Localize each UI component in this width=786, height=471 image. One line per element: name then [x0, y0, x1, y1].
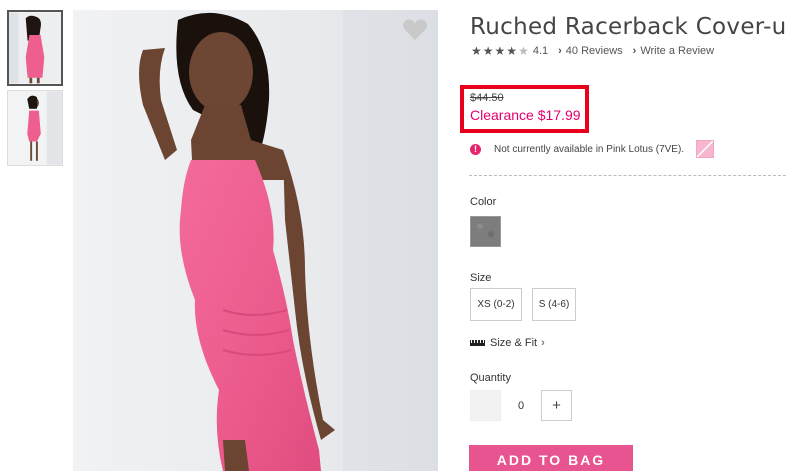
availability-notice: ! Not currently available in Pink Lotus … — [470, 140, 715, 158]
star-icon: ★ — [494, 44, 506, 58]
product-info-panel: Ruched Racerback Cover-up ★ ★ ★ ★ ★ 4.1 … — [460, 0, 786, 471]
star-icon: ★ — [506, 44, 518, 58]
thumbnail-side-image — [8, 91, 62, 165]
star-empty-icon: ★ — [518, 44, 529, 58]
rating-value: 4.1 — [532, 45, 549, 57]
quantity-label: Quantity — [470, 372, 511, 384]
reviews-link[interactable]: 40 Reviews — [566, 45, 623, 57]
chevron-right-icon: › — [632, 45, 637, 57]
availability-message: Not currently available in Pink Lotus (7… — [494, 143, 685, 155]
size-label: Size — [470, 272, 492, 284]
write-review-link[interactable]: Write a Review — [640, 45, 714, 57]
alert-icon: ! — [470, 143, 481, 155]
rating-row: ★ ★ ★ ★ ★ 4.1 › 40 Reviews › Write a Rev… — [471, 45, 714, 57]
product-main-image[interactable] — [73, 10, 438, 471]
thumbnail-front-image — [9, 12, 61, 84]
ruler-icon — [470, 340, 485, 346]
size-option-xs[interactable]: XS (0-2) — [470, 288, 522, 321]
size-and-fit-label: Size & Fit — [490, 337, 538, 349]
star-icon: ★ — [482, 44, 494, 58]
product-photo — [73, 10, 438, 471]
quantity-value[interactable]: 0 — [501, 390, 541, 421]
chevron-right-icon: › — [541, 337, 545, 349]
size-option-s[interactable]: S (4-6) — [532, 288, 576, 321]
favorite-heart-icon[interactable] — [402, 18, 428, 42]
chevron-right-icon: › — [558, 45, 562, 57]
color-label: Color — [470, 196, 497, 208]
product-title: Ruched Racerback Cover-up — [470, 14, 786, 40]
color-swatch-heather-grey[interactable] — [470, 216, 501, 247]
rating-stars[interactable]: ★ ★ ★ ★ ★ — [471, 45, 529, 57]
add-to-bag-button[interactable]: ADD TO BAG — [469, 445, 633, 471]
section-divider — [469, 175, 786, 176]
quantity-decrease-button[interactable] — [470, 390, 501, 421]
star-icon: ★ — [471, 44, 482, 58]
pink-lotus-swatch[interactable] — [696, 140, 715, 158]
size-and-fit-link[interactable]: Size & Fit › — [470, 337, 549, 349]
thumbnail-side-view[interactable] — [7, 90, 63, 166]
thumbnail-gallery — [7, 10, 65, 170]
thumbnail-front-view[interactable] — [7, 10, 63, 86]
clearance-price: Clearance $17.99 — [470, 107, 581, 123]
original-price: $44.50 — [470, 92, 504, 104]
quantity-increase-button[interactable]: + — [541, 390, 572, 421]
